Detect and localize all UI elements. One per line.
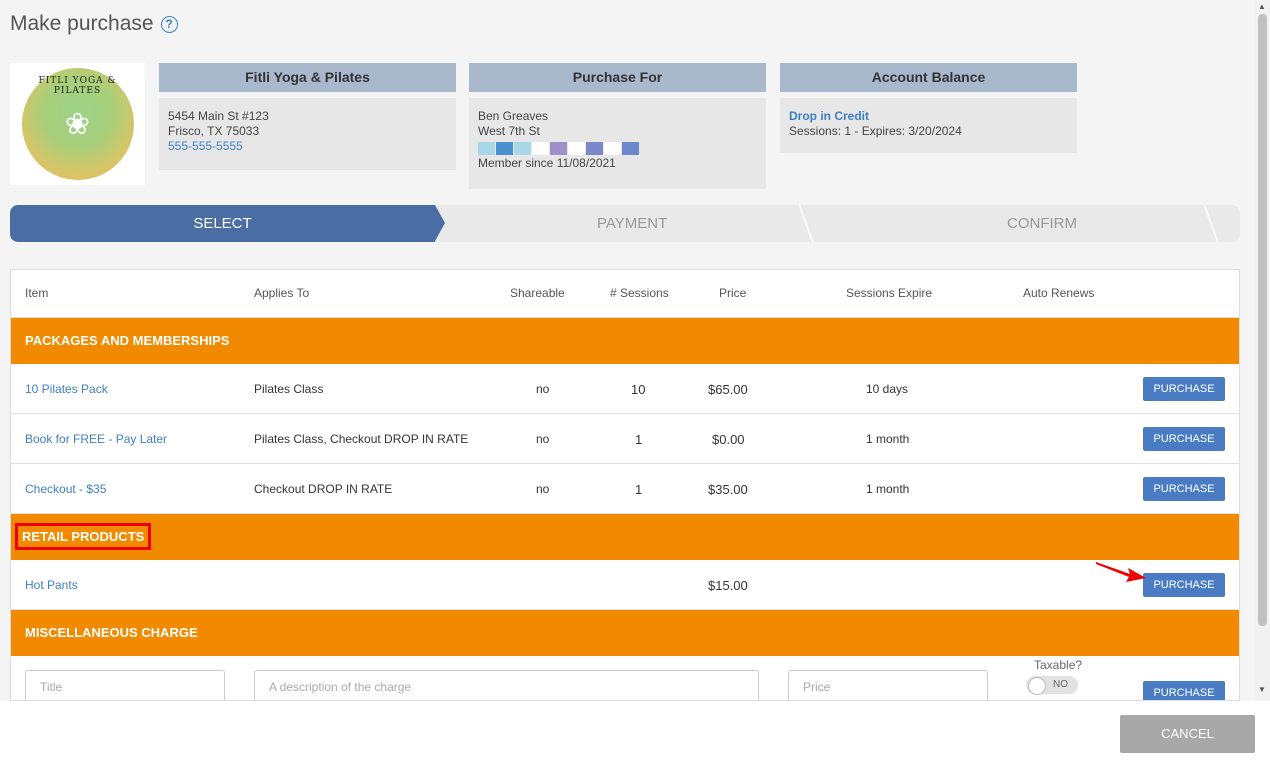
color-swatch [586,142,603,155]
applies-to: Checkout DROP IN RATE [254,482,393,496]
applies-to: Pilates Class, Checkout DROP IN RATE [254,432,469,446]
scroll-up-icon[interactable]: ▲ [1258,2,1266,11]
misc-price-input[interactable]: Price [788,670,988,700]
logo-text: FITLI YOGA & PILATES [38,76,117,96]
cancel-button[interactable]: CANCEL [1120,715,1255,753]
scroll-down-icon[interactable]: ▼ [1258,685,1266,694]
step-confirm: CONFIRM [1007,215,1077,232]
color-swatch [478,142,495,155]
studio-card-header: Fitli Yoga & Pilates [159,63,456,92]
taxable-label: Taxable? [1034,658,1083,672]
page-title: Make purchase ? [10,12,178,36]
account-balance-header: Account Balance [780,63,1077,92]
item-link[interactable]: Book for FREE - Pay Later [25,432,167,446]
purchase-for-body: Ben Greaves West 7th St Member since 11/… [469,98,766,189]
member-color-swatches [478,142,757,155]
sessions: 1 [635,482,643,497]
step-divider [798,205,814,242]
purchase-table: Item Applies To Shareable # Sessions Pri… [10,269,1240,701]
table-row: 10 Pilates Pack Pilates Class no 10 $65.… [11,364,1239,414]
misc-description-input[interactable]: A description of the charge [254,670,759,700]
studio-phone-link[interactable]: 555-555-5555 [168,139,447,154]
col-shareable: Shareable [510,286,565,300]
color-swatch [514,142,531,155]
category-packages: PACKAGES AND MEMBERSHIPS [11,318,1239,364]
item-link[interactable]: 10 Pilates Pack [25,382,108,396]
color-swatch [496,142,513,155]
price: $15.00 [708,578,748,593]
col-price: Price [719,286,747,300]
applies-to: Pilates Class [254,382,324,396]
misc-charge-row: Title A description of the charge Price … [11,656,1239,700]
col-item: Item [25,286,49,300]
purchase-button[interactable]: PURCHASE [1143,477,1225,501]
help-icon[interactable]: ? [160,15,178,33]
member-since: Member since 11/08/2021 [478,156,616,170]
purchase-steps: SELECT PAYMENT CONFIRM [10,205,1240,242]
drop-in-credit-link[interactable]: Drop in Credit [789,109,1068,124]
item-link[interactable]: Hot Pants [25,578,78,592]
studio-card-body: 5454 Main St #123 Frisco, TX 75033 555-5… [159,98,456,170]
col-sessions: # Sessions [610,286,669,300]
color-swatch [550,142,567,155]
step-select: SELECT [10,205,445,242]
col-applies-to: Applies To [254,286,310,300]
shareable: no [536,432,550,446]
shareable: no [536,482,550,496]
sessions: 1 [635,432,643,447]
member-name: Ben Greaves [478,109,549,123]
taxable-toggle[interactable]: NO [1026,676,1078,695]
member-location: West 7th St [478,124,540,138]
scrollbar-thumb[interactable] [1258,14,1267,626]
item-link[interactable]: Checkout - $35 [25,482,106,496]
color-swatch [568,142,585,155]
sessions: 10 [631,382,646,397]
price: $65.00 [708,382,748,397]
col-auto-renews: Auto Renews [1023,286,1095,300]
table-header: Item Applies To Shareable # Sessions Pri… [11,270,1239,318]
misc-title-input[interactable]: Title [25,670,225,700]
purchase-for-card: Purchase For Ben Greaves West 7th St Mem… [469,63,766,189]
purchase-button[interactable]: PURCHASE [1143,573,1225,597]
studio-address2: Frisco, TX 75033 [168,124,260,138]
price: $0.00 [712,432,745,447]
table-row: Hot Pants $15.00 PURCHASE [11,560,1239,610]
purchase-for-header: Purchase For [469,63,766,92]
category-retail-label: RETAIL PRODUCTS [15,523,152,550]
scrollbar[interactable]: ▲ ▼ [1255,0,1270,700]
page-title-text: Make purchase [10,12,154,35]
color-swatch [622,142,639,155]
table-row: Checkout - $35 Checkout DROP IN RATE no … [11,464,1239,514]
purchase-button[interactable]: PURCHASE [1143,681,1225,700]
make-purchase-page: Make purchase ? FITLI YOGA & PILATES ❀ F… [0,0,1270,765]
credit-detail: Sessions: 1 - Expires: 3/20/2024 [789,124,962,138]
table-row: Book for FREE - Pay Later Pilates Class,… [11,414,1239,464]
studio-address1: 5454 Main St #123 [168,109,269,123]
color-swatch [532,142,549,155]
category-retail: RETAIL PRODUCTS [11,514,1239,560]
color-swatch [604,142,621,155]
account-balance-body: Drop in Credit Sessions: 1 - Expires: 3/… [780,98,1077,153]
purchase-button[interactable]: PURCHASE [1143,427,1225,451]
shareable: no [536,382,550,396]
logo-image: FITLI YOGA & PILATES ❀ [21,68,134,180]
step-divider [1203,205,1219,242]
account-balance-card: Account Balance Drop in Credit Sessions:… [780,63,1077,153]
expire: 1 month [866,482,910,496]
col-expire: Sessions Expire [846,286,933,300]
modal-footer: CANCEL [0,701,1270,765]
studio-card: Fitli Yoga & Pilates 5454 Main St #123 F… [159,63,456,170]
purchase-button[interactable]: PURCHASE [1143,377,1225,401]
yoga-figure-icon: ❀ [64,107,91,141]
category-misc: MISCELLANEOUS CHARGE [11,610,1239,656]
studio-logo: FITLI YOGA & PILATES ❀ [10,63,145,185]
red-arrow-icon [1096,562,1146,582]
step-payment: PAYMENT [597,215,668,232]
expire: 1 month [866,432,910,446]
expire: 10 days [866,382,909,396]
price: $35.00 [708,482,748,497]
